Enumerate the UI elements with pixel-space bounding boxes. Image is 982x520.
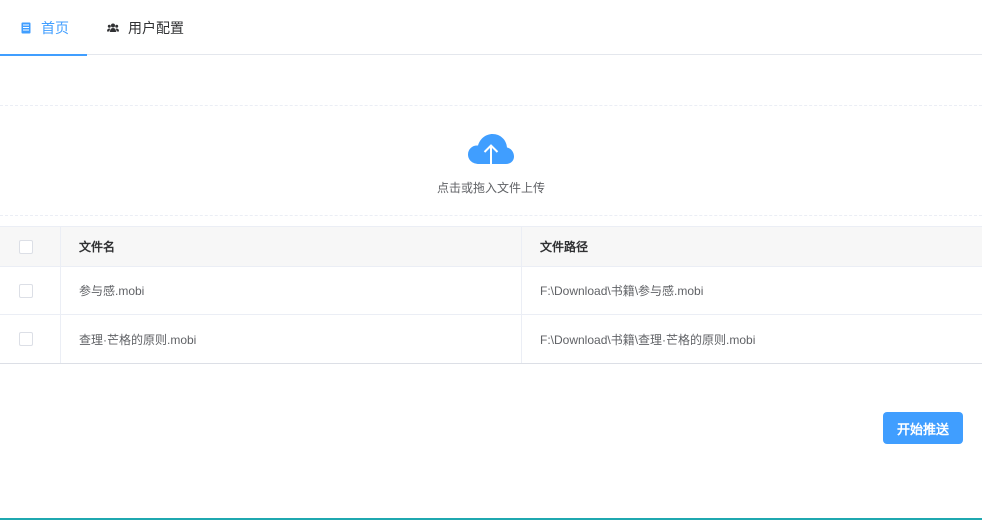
upload-dropzone[interactable]: 点击或拖入文件上传 bbox=[0, 105, 982, 216]
tab-home-label: 首页 bbox=[41, 19, 69, 36]
cloud-upload-icon bbox=[467, 132, 515, 172]
tab-user-label: 用户配置 bbox=[128, 19, 184, 36]
tab-bar: 首页 用户配置 bbox=[0, 0, 982, 56]
start-push-button[interactable]: 开始推送 bbox=[883, 412, 963, 444]
table-header-row: 文件名 文件路径 bbox=[0, 227, 982, 267]
row-checkbox[interactable] bbox=[19, 283, 33, 298]
select-all-cell bbox=[0, 227, 61, 266]
tab-home[interactable]: 首页 bbox=[0, 0, 87, 56]
row-check-cell bbox=[0, 267, 61, 314]
file-table: 文件名 文件路径 参与感.mobi F:\Download\书籍\参与感.mob… bbox=[0, 226, 982, 364]
filepath-cell: F:\Download\书籍\参与感.mobi bbox=[540, 284, 704, 298]
table-row[interactable]: 参与感.mobi F:\Download\书籍\参与感.mobi bbox=[0, 267, 982, 315]
upload-hint: 点击或拖入文件上传 bbox=[436, 181, 545, 195]
select-all-checkbox[interactable] bbox=[19, 239, 33, 254]
column-header-filename: 文件名 bbox=[61, 227, 522, 266]
tab-user-config[interactable]: 用户配置 bbox=[107, 0, 184, 55]
filename-cell: 查理·芒格的原则.mobi bbox=[61, 315, 522, 363]
filepath-cell: F:\Download\书籍\查理·芒格的原则.mobi bbox=[540, 332, 756, 347]
row-checkbox[interactable] bbox=[19, 332, 33, 346]
column-header-filepath: 文件路径 bbox=[540, 240, 589, 254]
document-list-icon bbox=[20, 22, 32, 34]
filename-cell: 参与感.mobi bbox=[61, 267, 522, 314]
users-icon bbox=[107, 22, 119, 34]
main-page: 首页 用户配置 点击或拖入文件上传 文件名 文件路径 参与感.mobi F:\D… bbox=[0, 0, 982, 520]
row-check-cell bbox=[0, 315, 61, 363]
table-row[interactable]: 查理·芒格的原则.mobi F:\Download\书籍\查理·芒格的原则.mo… bbox=[0, 315, 982, 363]
